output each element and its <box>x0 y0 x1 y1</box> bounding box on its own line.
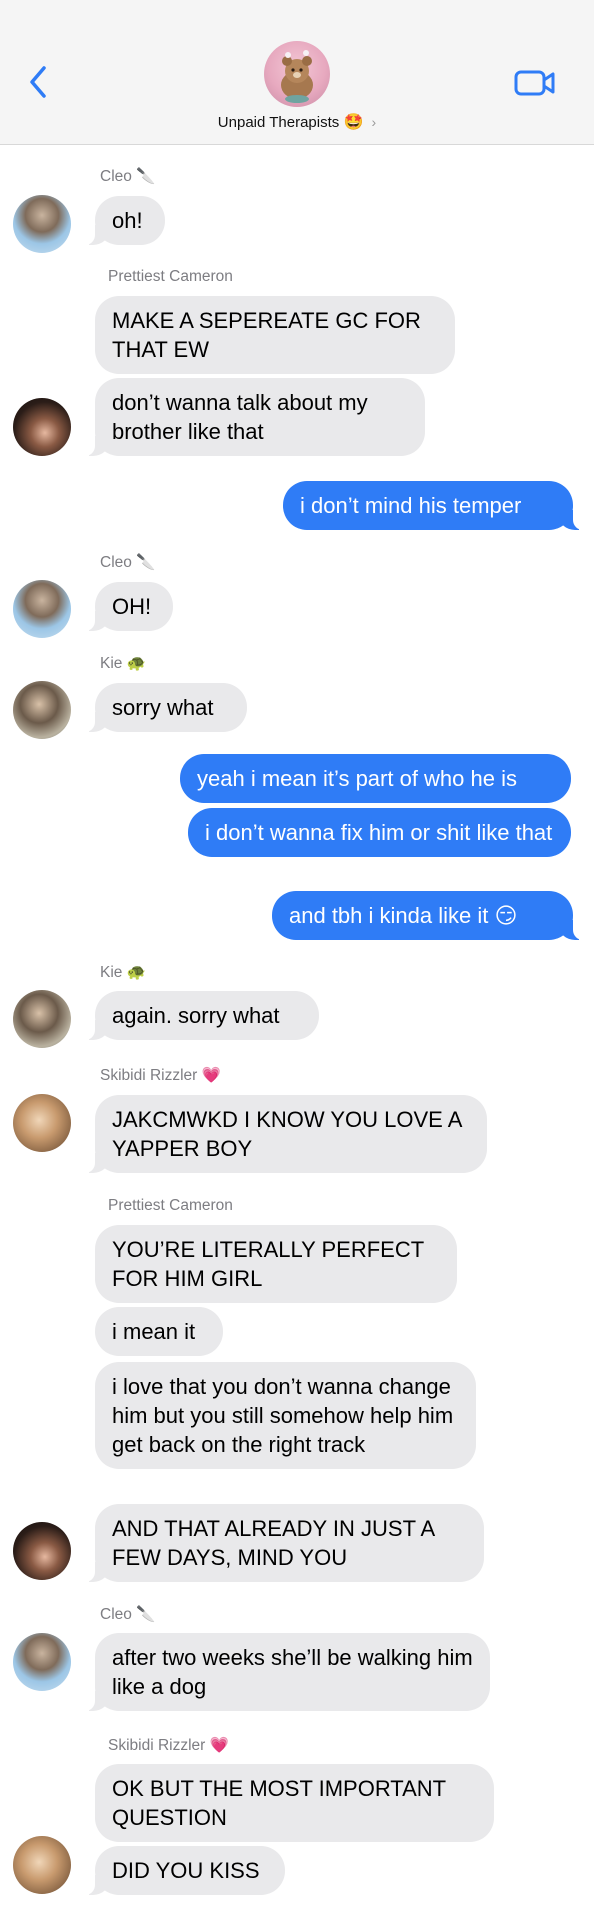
video-camera-icon <box>514 70 555 96</box>
chevron-right-icon: › <box>371 114 377 130</box>
message-bubble[interactable]: don’t wanna talk about my brother like t… <box>85 378 425 456</box>
avatar-cleo[interactable] <box>13 580 71 638</box>
message-bubble[interactable]: i mean it <box>95 1307 223 1356</box>
group-name: Unpaid Therapists <box>217 114 340 131</box>
sender-name: Kie 🐢 <box>100 655 147 672</box>
message-bubble[interactable]: JAKCMWKD I KNOW YOU LOVE A YAPPER BOY <box>85 1095 487 1173</box>
sender-name: Kie 🐢 <box>100 964 147 981</box>
group-name-link[interactable]: Unpaid Therapists 🤩 › <box>0 112 594 132</box>
avatar-skibidi[interactable] <box>13 1094 71 1152</box>
back-button[interactable] <box>24 64 54 100</box>
conversation-header: Unpaid Therapists 🤩 › <box>0 0 594 145</box>
message-bubble-sent[interactable]: i don’t mind his temper <box>283 481 583 530</box>
sender-name: Cleo 🔪 <box>100 1606 156 1623</box>
sender-name: Prettiest Cameron <box>108 1197 233 1214</box>
avatar-cameron[interactable] <box>13 1522 71 1580</box>
avatar-cleo[interactable] <box>13 195 71 253</box>
message-bubble[interactable]: i love that you don’t wanna change him b… <box>95 1362 476 1469</box>
message-bubble-sent[interactable]: and tbh i kinda like it 😏 <box>272 891 583 940</box>
message-bubble-sent[interactable]: yeah i mean it’s part of who he is <box>180 754 571 803</box>
avatar-cleo[interactable] <box>13 1633 71 1691</box>
avatar-kie[interactable] <box>13 990 71 1048</box>
sender-name: Skibidi Rizzler 💗 <box>108 1737 229 1754</box>
message-bubble[interactable]: sorry what <box>85 683 247 732</box>
sender-name: Cleo 🔪 <box>100 168 156 185</box>
message-bubble-sent[interactable]: i don’t wanna fix him or shit like that <box>188 808 571 857</box>
message-bubble[interactable]: MAKE A SEPEREATE GC FOR THAT EW <box>95 296 455 374</box>
message-bubble[interactable]: DID YOU KISS <box>85 1846 285 1895</box>
sender-name: Prettiest Cameron <box>108 268 233 285</box>
group-emoji: 🤩 <box>343 114 364 131</box>
message-bubble[interactable]: AND THAT ALREADY IN JUST A FEW DAYS, MIN… <box>85 1504 484 1582</box>
avatar-kie[interactable] <box>13 681 71 739</box>
message-bubble[interactable]: oh! <box>85 196 165 245</box>
video-call-button[interactable] <box>513 68 557 98</box>
message-bubble[interactable]: again. sorry what <box>85 991 319 1040</box>
sender-name: Cleo 🔪 <box>100 554 156 571</box>
message-bubble[interactable]: OK BUT THE MOST IMPORTANT QUESTION <box>95 1764 494 1842</box>
avatar-cameron[interactable] <box>13 398 71 456</box>
chevron-left-icon <box>30 66 46 98</box>
sender-name: Skibidi Rizzler 💗 <box>100 1067 221 1084</box>
message-bubble[interactable]: OH! <box>85 582 173 631</box>
avatar-skibidi[interactable] <box>13 1836 71 1894</box>
bear-sticker-icon <box>281 50 313 103</box>
message-bubble[interactable]: after two weeks she’ll be walking him li… <box>85 1633 490 1711</box>
message-bubble[interactable]: YOU’RE LITERALLY PERFECT FOR HIM GIRL <box>95 1225 457 1303</box>
group-avatar[interactable] <box>264 41 330 107</box>
